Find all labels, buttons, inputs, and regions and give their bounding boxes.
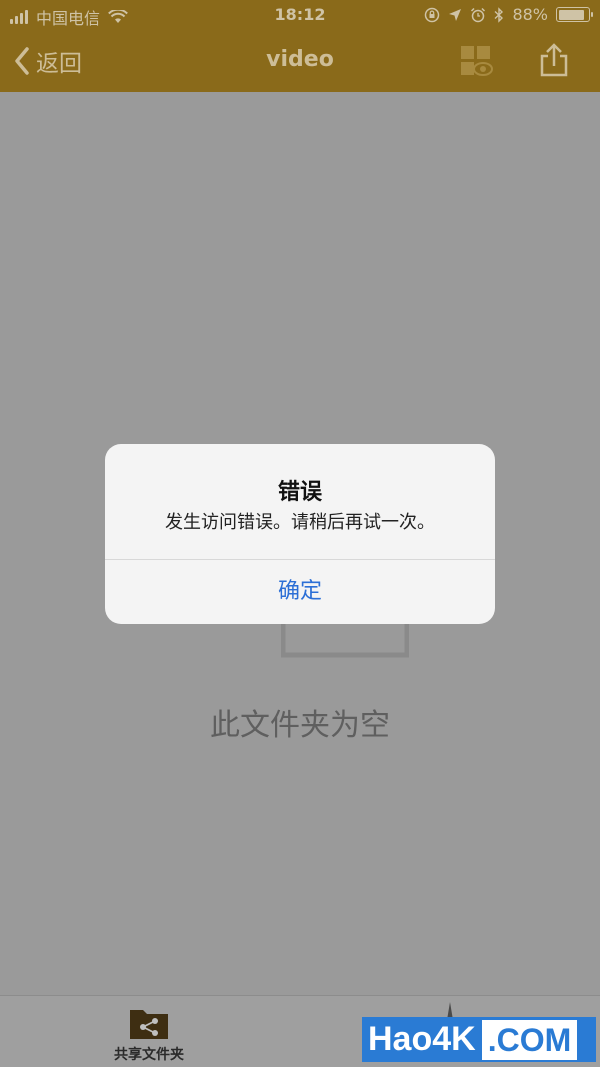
bluetooth-icon: [494, 6, 504, 23]
battery-fill: [558, 9, 585, 20]
watermark-suffix: .COM: [481, 1019, 578, 1060]
alert-message: 发生访问错误。请稍后再试一次。: [165, 512, 435, 533]
status-right: 88%: [424, 5, 593, 24]
page-title: video: [266, 47, 334, 72]
grid-eye-icon[interactable]: [459, 44, 493, 78]
confirm-button[interactable]: 确定: [105, 560, 495, 624]
tab-shared-folder[interactable]: 共享文件夹: [104, 1006, 194, 1064]
battery-icon: [556, 7, 593, 22]
watermark-logo: Hao4K .COM: [362, 1017, 596, 1062]
tab-shared-folder-label: 共享文件夹: [114, 1047, 184, 1063]
alarm-icon: [471, 7, 486, 22]
location-icon: [449, 8, 462, 21]
shared-folder-icon: [130, 1010, 168, 1039]
error-alert-dialog: 错误 发生访问错误。请稍后再试一次。 确定: [105, 444, 495, 624]
battery-percent: 88%: [512, 5, 548, 24]
status-bar: 中国电信 18:12 88%: [0, 0, 600, 30]
navigation-bar: 返回 video: [0, 30, 600, 92]
alert-title: 错误: [277, 480, 322, 505]
rotation-lock-icon: [425, 7, 440, 22]
app-header: 中国电信 18:12 88% 返回 video: [0, 0, 600, 92]
empty-folder-message: 此文件夹为空: [210, 708, 390, 743]
share-icon[interactable]: [537, 42, 571, 78]
watermark-main: Hao4K: [368, 1020, 476, 1058]
